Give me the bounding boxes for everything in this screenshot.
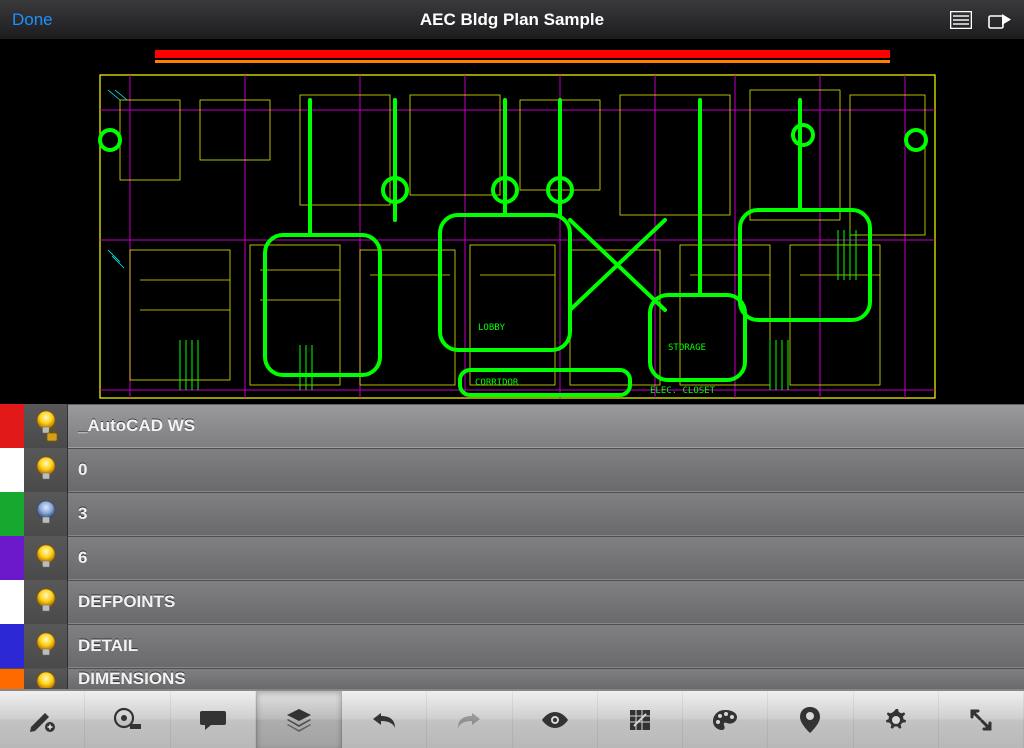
label-elec: ELEC. CLOSET bbox=[650, 386, 716, 396]
palette-icon bbox=[711, 708, 739, 732]
layer-color-swatch bbox=[0, 404, 24, 448]
layer-name-label: DIMENSIONS bbox=[68, 669, 186, 689]
location-tool-button[interactable] bbox=[768, 691, 853, 748]
label-storage: STORAGE bbox=[668, 343, 706, 353]
layer-color-swatch bbox=[0, 668, 24, 690]
layer-row-dimensions[interactable]: DIMENSIONS bbox=[0, 668, 1024, 690]
measure-tool-button[interactable] bbox=[85, 691, 170, 748]
layer-name-label: 0 bbox=[68, 460, 87, 480]
draw-tool-button[interactable] bbox=[0, 691, 85, 748]
share-icon[interactable] bbox=[988, 11, 1012, 29]
layers-icon bbox=[285, 707, 313, 733]
layer-color-swatch bbox=[0, 580, 24, 624]
layer-row-6[interactable]: 6 bbox=[0, 536, 1024, 580]
layer-visibility-toggle[interactable] bbox=[24, 404, 68, 448]
layer-visibility-toggle[interactable] bbox=[24, 668, 68, 690]
undo-icon bbox=[370, 709, 398, 731]
layer-name-label: DETAIL bbox=[68, 636, 138, 656]
view-tool-button[interactable] bbox=[513, 691, 598, 748]
label-corridor: CORRIDOR bbox=[475, 378, 519, 388]
tape-measure-icon bbox=[112, 707, 142, 733]
details-icon[interactable] bbox=[950, 11, 972, 29]
fullscreen-tool-button[interactable] bbox=[939, 691, 1024, 748]
layer-color-swatch bbox=[0, 536, 24, 580]
grid-snap-icon bbox=[628, 708, 652, 732]
layer-name-label: _AutoCAD WS bbox=[68, 416, 195, 436]
layer-row-detail[interactable]: DETAIL bbox=[0, 624, 1024, 668]
layer-name-label: 3 bbox=[68, 504, 87, 524]
layer-name-label: 6 bbox=[68, 548, 87, 568]
expand-icon bbox=[968, 707, 994, 733]
done-button[interactable]: Done bbox=[12, 10, 53, 30]
layer-visibility-toggle[interactable] bbox=[24, 492, 68, 536]
layer-visibility-toggle[interactable] bbox=[24, 448, 68, 492]
redo-button[interactable] bbox=[427, 691, 512, 748]
bottom-toolbar bbox=[0, 690, 1024, 748]
eye-icon bbox=[540, 710, 570, 730]
snap-tool-button[interactable] bbox=[598, 691, 683, 748]
speech-bubble-icon bbox=[199, 708, 227, 732]
layer-visibility-toggle[interactable] bbox=[24, 536, 68, 580]
gear-icon bbox=[883, 707, 909, 733]
layer-color-swatch bbox=[0, 492, 24, 536]
layer-visibility-toggle[interactable] bbox=[24, 580, 68, 624]
header-actions bbox=[950, 11, 1012, 29]
document-title: AEC Bldg Plan Sample bbox=[420, 10, 604, 30]
palette-tool-button[interactable] bbox=[683, 691, 768, 748]
layer-row-autocad-ws[interactable]: _AutoCAD WS bbox=[0, 404, 1024, 448]
settings-tool-button[interactable] bbox=[854, 691, 939, 748]
label-lobby: LOBBY bbox=[478, 323, 506, 333]
layers-panel[interactable]: _AutoCAD WS 0 3 bbox=[0, 404, 1024, 690]
header-bar: Done AEC Bldg Plan Sample bbox=[0, 0, 1024, 40]
drawing-canvas[interactable]: LOBBY CORRIDOR STORAGE ELEC. CLOSET bbox=[0, 40, 1024, 404]
pencil-plus-icon bbox=[28, 707, 56, 733]
map-pin-icon bbox=[799, 706, 821, 734]
layers-tool-button[interactable] bbox=[256, 691, 342, 748]
layer-color-swatch bbox=[0, 448, 24, 492]
layer-row-0[interactable]: 0 bbox=[0, 448, 1024, 492]
comment-tool-button[interactable] bbox=[171, 691, 256, 748]
layer-visibility-toggle[interactable] bbox=[24, 624, 68, 668]
layer-name-label: DEFPOINTS bbox=[68, 592, 175, 612]
undo-button[interactable] bbox=[342, 691, 427, 748]
redo-icon bbox=[455, 709, 483, 731]
layer-row-3[interactable]: 3 bbox=[0, 492, 1024, 536]
layer-row-defpoints[interactable]: DEFPOINTS bbox=[0, 580, 1024, 624]
layer-color-swatch bbox=[0, 624, 24, 668]
